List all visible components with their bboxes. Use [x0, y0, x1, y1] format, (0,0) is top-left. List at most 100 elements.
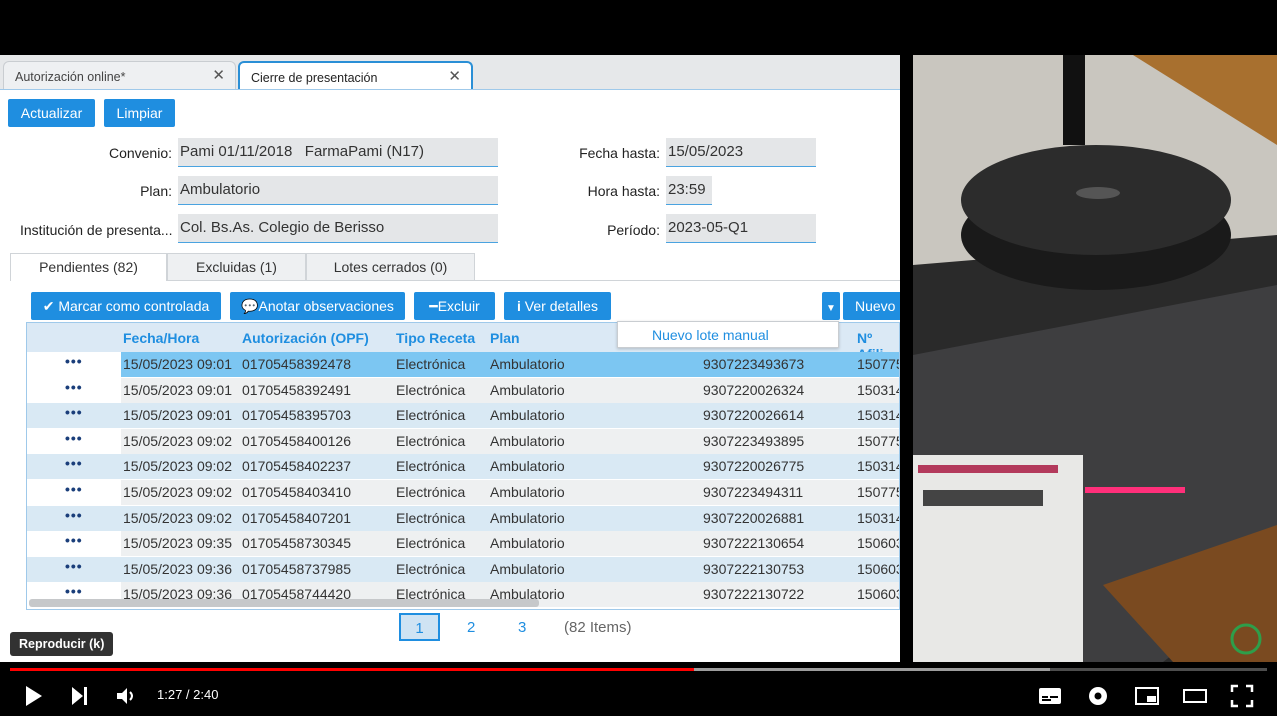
- cell-afil: 150603: [857, 560, 900, 577]
- tab-autorizacion-online[interactable]: Autorización online* ✕: [3, 61, 236, 89]
- plan-label: Plan:: [140, 183, 172, 199]
- subtab-bar: Pendientes (82) Excluidas (1) Lotes cerr…: [10, 253, 900, 281]
- fecha-hasta-field[interactable]: 15/05/2023: [666, 138, 816, 167]
- hora-hasta-field[interactable]: 23:59: [666, 176, 712, 205]
- caret-down-icon: ▼: [826, 303, 836, 314]
- tab-pendientes[interactable]: Pendientes (82): [10, 253, 167, 281]
- dropdown-menu: Nuevo lote manual: [617, 321, 839, 348]
- table-row[interactable]: ••• 15/05/2023 09:01 01705458392491 Electró…: [27, 377, 900, 403]
- mark-controlled-label: Marcar como controlada: [58, 298, 210, 314]
- cell-tipo: Electrónica: [396, 458, 466, 475]
- convenio-field[interactable]: Pami 01/11/2018 FarmaPami (N17): [178, 138, 498, 167]
- page-3[interactable]: 3: [518, 619, 526, 636]
- new-lot-button[interactable]: Nuevo l: [843, 292, 900, 320]
- plan-field[interactable]: Ambulatorio: [178, 176, 498, 205]
- col-fecha[interactable]: Fecha/Hora: [123, 330, 199, 346]
- cell-aut: 01705458402237: [242, 458, 352, 475]
- volume-icon[interactable]: [114, 684, 138, 708]
- horizontal-scrollbar[interactable]: [29, 599, 539, 607]
- cell-num: 9307223493673: [703, 356, 805, 372]
- tab-excluidas[interactable]: Excluidas (1): [167, 253, 306, 280]
- cell-fecha: 15/05/2023 09:02: [123, 432, 232, 449]
- cell-aut: 01705458395703: [242, 407, 352, 424]
- annotate-button[interactable]: 💬Anotar observaciones: [230, 292, 405, 320]
- row-menu-icon[interactable]: •••: [65, 379, 83, 395]
- institucion-field[interactable]: Col. Bs.As. Colegio de Berisso: [178, 214, 498, 243]
- row-menu-icon[interactable]: •••: [65, 481, 83, 497]
- row-menu-icon[interactable]: •••: [65, 507, 83, 523]
- clear-button[interactable]: Limpiar: [104, 99, 175, 127]
- camera-feed: [913, 55, 1277, 662]
- col-plan[interactable]: Plan: [490, 330, 520, 346]
- app-window: Autorización online* ✕ Cierre de present…: [0, 55, 900, 662]
- data-grid: Fecha/Hora Autorización (OPF) Tipo Recet…: [26, 322, 900, 610]
- exclude-button[interactable]: ━Excluir: [414, 292, 495, 320]
- col-autorizacion[interactable]: Autorización (OPF): [242, 330, 369, 346]
- theater-mode-icon[interactable]: [1182, 684, 1208, 708]
- cell-fecha: 15/05/2023 09:02: [123, 509, 232, 526]
- periodo-field[interactable]: 2023-05-Q1: [666, 214, 816, 243]
- row-menu-icon[interactable]: •••: [65, 583, 83, 599]
- cell-tipo: Electrónica: [396, 509, 466, 526]
- cell-afil: 150314: [857, 381, 900, 398]
- update-button[interactable]: Actualizar: [8, 99, 95, 127]
- row-menu-icon[interactable]: •••: [65, 353, 83, 369]
- cell-aut: 01705458392491: [242, 381, 352, 398]
- table-row[interactable]: ••• 15/05/2023 09:02 01705458400126 Electró…: [27, 428, 899, 454]
- page-1[interactable]: 1: [399, 613, 440, 641]
- row-menu-icon[interactable]: •••: [65, 455, 83, 471]
- col-tipo-receta[interactable]: Tipo Receta: [396, 330, 475, 346]
- table-row[interactable]: ••• 15/05/2023 09:35 01705458730345 Electró…: [27, 531, 899, 557]
- annotate-label: Anotar observaciones: [258, 298, 394, 314]
- table-row[interactable]: ••• 15/05/2023 09:01 01705458392478 Electró…: [27, 352, 900, 377]
- table-row[interactable]: ••• 15/05/2023 09:02 01705458407201 Electró…: [27, 505, 900, 531]
- table-row[interactable]: ••• 15/05/2023 09:36 01705458737985 Electró…: [27, 556, 900, 582]
- settings-gear-icon[interactable]: [1086, 684, 1110, 708]
- cell-plan: Ambulatorio: [490, 535, 565, 552]
- close-icon[interactable]: ✕: [448, 67, 461, 85]
- hora-hasta-label: Hora hasta:: [587, 183, 660, 199]
- cell-tipo: Electrónica: [396, 535, 466, 552]
- cell-tipo: Electrónica: [396, 484, 466, 500]
- cell-aut: 01705458730345: [242, 535, 352, 552]
- cell-tipo: Electrónica: [396, 560, 466, 577]
- cell-num: 9307220026775: [703, 458, 805, 475]
- cell-afil: 150314: [857, 509, 900, 526]
- cell-plan: Ambulatorio: [490, 560, 565, 577]
- subtitles-icon[interactable]: [1038, 684, 1062, 708]
- table-row[interactable]: ••• 15/05/2023 09:02 01705458402237 Electró…: [27, 454, 899, 480]
- new-manual-lot-item[interactable]: Nuevo lote manual: [652, 327, 769, 343]
- video-controls: 1:27 / 2:40: [0, 662, 1277, 716]
- cell-num: 9307222130722: [703, 586, 805, 603]
- row-menu-icon[interactable]: •••: [65, 532, 83, 548]
- fullscreen-icon[interactable]: [1230, 684, 1254, 708]
- mark-controlled-button[interactable]: ✔ Marcar como controlada: [31, 292, 221, 320]
- row-menu-icon[interactable]: •••: [65, 430, 83, 446]
- table-row[interactable]: ••• 15/05/2023 09:02 01705458403410 Electró…: [27, 480, 899, 505]
- dropdown-toggle-button[interactable]: ▼: [822, 292, 840, 320]
- cell-plan: Ambulatorio: [490, 509, 565, 526]
- cell-aut: 01705458407201: [242, 509, 352, 526]
- tab-cierre-presentacion[interactable]: Cierre de presentación ✕: [238, 61, 473, 89]
- cell-num: 9307220026881: [703, 509, 805, 526]
- miniplayer-icon[interactable]: [1134, 684, 1160, 708]
- fecha-hasta-label: Fecha hasta:: [579, 145, 660, 161]
- row-menu-icon[interactable]: •••: [65, 558, 83, 574]
- exclude-label: Excluir: [437, 298, 480, 314]
- play-icon[interactable]: [22, 684, 44, 708]
- cell-plan: Ambulatorio: [490, 356, 565, 372]
- items-count: (82 Items): [564, 619, 632, 636]
- details-button[interactable]: i Ver detalles: [504, 292, 611, 320]
- next-icon[interactable]: [69, 684, 91, 708]
- institucion-label: Institución de presenta...: [20, 222, 173, 238]
- row-menu-icon[interactable]: •••: [65, 404, 83, 420]
- cell-tipo: Electrónica: [396, 356, 466, 372]
- tab-lotes-cerrados[interactable]: Lotes cerrados (0): [306, 253, 475, 280]
- cell-afil: 150603: [857, 586, 900, 603]
- cell-fecha: 15/05/2023 09:36: [123, 560, 232, 577]
- page-2[interactable]: 2: [467, 619, 475, 636]
- close-icon[interactable]: ✕: [212, 66, 225, 84]
- tab-label: Cierre de presentación: [251, 71, 378, 85]
- cell-afil: 150775: [857, 356, 900, 372]
- table-row[interactable]: ••• 15/05/2023 09:01 01705458395703 Electró…: [27, 403, 899, 429]
